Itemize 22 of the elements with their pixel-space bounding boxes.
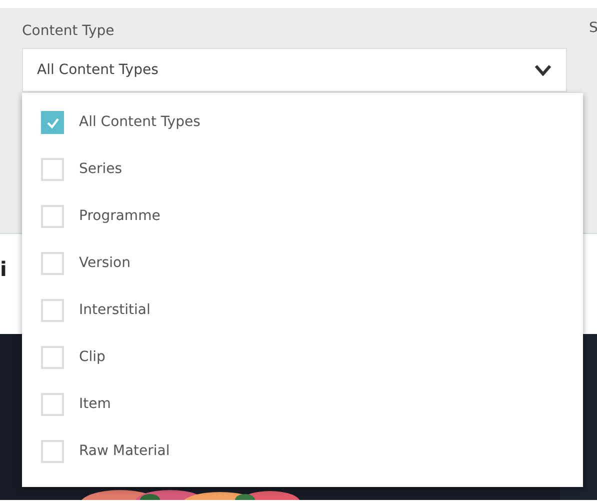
field-label: S xyxy=(589,19,597,38)
checkbox-option[interactable]: Series xyxy=(41,146,122,193)
checkbox[interactable] xyxy=(41,252,64,275)
checkbox-option[interactable]: All Content Types xyxy=(41,99,200,146)
checkbox-option[interactable]: Clip xyxy=(41,334,106,381)
checkbox-option[interactable]: Raw Material xyxy=(41,428,170,475)
checkbox[interactable] xyxy=(41,158,64,181)
checkbox[interactable] xyxy=(41,393,64,416)
checkbox[interactable] xyxy=(41,299,64,322)
check-icon xyxy=(46,116,60,128)
checkbox[interactable] xyxy=(41,205,64,228)
checkbox-option[interactable]: Programme xyxy=(41,193,160,240)
checkbox[interactable] xyxy=(41,111,64,134)
checkbox[interactable] xyxy=(41,346,64,369)
field-label: Content Type xyxy=(22,22,114,41)
checkbox[interactable] xyxy=(41,440,64,463)
checkbox-option[interactable]: Version xyxy=(41,240,130,287)
content-type-dropdown[interactable]: All Content Types xyxy=(22,48,567,92)
checkbox-option[interactable]: Interstitial xyxy=(41,287,150,334)
section-heading: i xyxy=(0,256,7,283)
checkbox-option[interactable]: Item xyxy=(41,381,111,428)
chevron-icon xyxy=(534,64,552,76)
